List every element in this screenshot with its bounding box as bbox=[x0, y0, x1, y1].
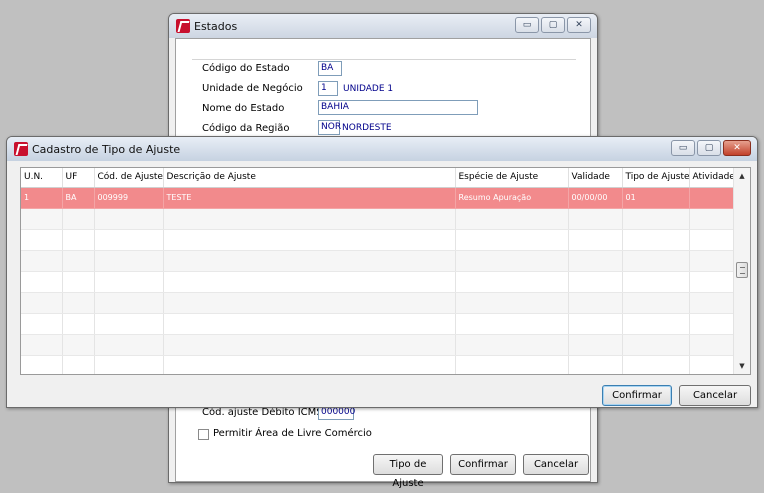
app-logo-icon bbox=[14, 142, 28, 156]
column-header[interactable]: Cód. de Ajuste bbox=[94, 168, 164, 188]
cadastro-titlebar[interactable]: Cadastro de Tipo de Ajuste ▭ ▢ ✕ bbox=[7, 137, 757, 161]
table-row[interactable]: 1 BA 009999 TESTE Resumo Apuração 00/00/… bbox=[21, 187, 735, 209]
close-button[interactable]: ✕ bbox=[567, 17, 591, 33]
estados-titlebar[interactable]: Estados ▭ ▢ ✕ bbox=[169, 14, 597, 38]
unidade-negocio-desc: UNIDADE 1 bbox=[343, 84, 394, 94]
tipo-ajuste-button-label: Tipo de Ajuste bbox=[389, 459, 427, 489]
empty-row bbox=[21, 355, 735, 374]
cadastro-confirmar-label: Confirmar bbox=[612, 390, 662, 401]
codigo-regiao-desc: NORDESTE bbox=[342, 123, 392, 133]
estados-cancelar-button[interactable]: Cancelar bbox=[523, 454, 589, 475]
unidade-negocio-field[interactable]: 1 bbox=[318, 81, 338, 96]
column-header[interactable]: Descrição de Ajuste bbox=[163, 168, 456, 188]
table-cell bbox=[689, 187, 735, 209]
table-cell: 00/00/00 bbox=[568, 187, 623, 209]
livre-comercio-checkbox[interactable] bbox=[198, 429, 209, 440]
estados-cancelar-label: Cancelar bbox=[533, 459, 579, 470]
cod-ajuste-label: Cód. ajuste Débito ICMS bbox=[202, 407, 323, 418]
cadastro-title: Cadastro de Tipo de Ajuste bbox=[32, 142, 181, 156]
maximize-button[interactable]: ▢ bbox=[697, 140, 721, 156]
codigo-estado-field[interactable]: BA bbox=[318, 61, 342, 76]
column-header[interactable]: U.N. bbox=[21, 168, 63, 188]
scroll-up-icon[interactable]: ▲ bbox=[734, 168, 750, 184]
empty-row bbox=[21, 229, 735, 251]
column-header[interactable]: Validade bbox=[568, 168, 623, 188]
livre-comercio-label: Permitir Área de Livre Comércio bbox=[213, 428, 372, 439]
table-cell: Resumo Apuração bbox=[455, 187, 569, 209]
table-cell: TESTE bbox=[163, 187, 456, 209]
codigo-regiao-field[interactable]: NOR bbox=[318, 120, 341, 135]
codigo-regiao-label: Código da Região bbox=[202, 123, 290, 134]
minimize-button[interactable]: ▭ bbox=[671, 140, 695, 156]
column-header[interactable]: Espécie de Ajuste bbox=[455, 168, 569, 188]
table-cell: 1 bbox=[21, 187, 63, 209]
minimize-button[interactable]: ▭ bbox=[515, 17, 539, 33]
table-cell: BA bbox=[62, 187, 95, 209]
cadastro-confirmar-button[interactable]: Confirmar bbox=[602, 385, 672, 406]
nome-estado-field[interactable]: BAHIA bbox=[318, 100, 478, 115]
table-cell: 01 bbox=[622, 187, 690, 209]
codigo-estado-label: Código do Estado bbox=[202, 63, 290, 74]
unidade-negocio-label: Unidade de Negócio bbox=[202, 83, 303, 94]
empty-row bbox=[21, 250, 735, 272]
cadastro-cancelar-button[interactable]: Cancelar bbox=[679, 385, 751, 406]
table-header-row: U.N. UF Cód. de Ajuste Descrição de Ajus… bbox=[21, 168, 735, 188]
scroll-down-icon[interactable]: ▼ bbox=[734, 358, 750, 374]
empty-row bbox=[21, 313, 735, 335]
column-header[interactable]: UF bbox=[62, 168, 95, 188]
empty-row bbox=[21, 292, 735, 314]
maximize-button[interactable]: ▢ bbox=[541, 17, 565, 33]
table-cell: 009999 bbox=[94, 187, 164, 209]
estados-title: Estados bbox=[194, 19, 238, 33]
estados-confirmar-label: Confirmar bbox=[458, 459, 508, 470]
cadastro-cancelar-label: Cancelar bbox=[692, 390, 738, 401]
scroll-thumb[interactable] bbox=[736, 262, 748, 278]
empty-row bbox=[21, 208, 735, 230]
empty-row bbox=[21, 271, 735, 293]
empty-row bbox=[21, 334, 735, 356]
estados-confirmar-button[interactable]: Confirmar bbox=[450, 454, 516, 475]
close-button[interactable]: ✕ bbox=[723, 140, 751, 156]
vertical-scrollbar[interactable]: ▲ ▼ bbox=[733, 168, 750, 374]
nome-estado-label: Nome do Estado bbox=[202, 103, 285, 114]
ajuste-grid[interactable]: U.N. UF Cód. de Ajuste Descrição de Ajus… bbox=[20, 167, 751, 375]
tipo-ajuste-button[interactable]: Tipo de Ajuste bbox=[373, 454, 443, 489]
column-header[interactable]: Tipo de Ajuste bbox=[622, 168, 690, 188]
cadastro-window: Cadastro de Tipo de Ajuste ▭ ▢ ✕ U.N. UF… bbox=[6, 136, 758, 408]
ajuste-table: U.N. UF Cód. de Ajuste Descrição de Ajus… bbox=[21, 168, 735, 374]
column-header[interactable]: Atividade bbox=[689, 168, 735, 188]
app-logo-icon bbox=[176, 19, 190, 33]
